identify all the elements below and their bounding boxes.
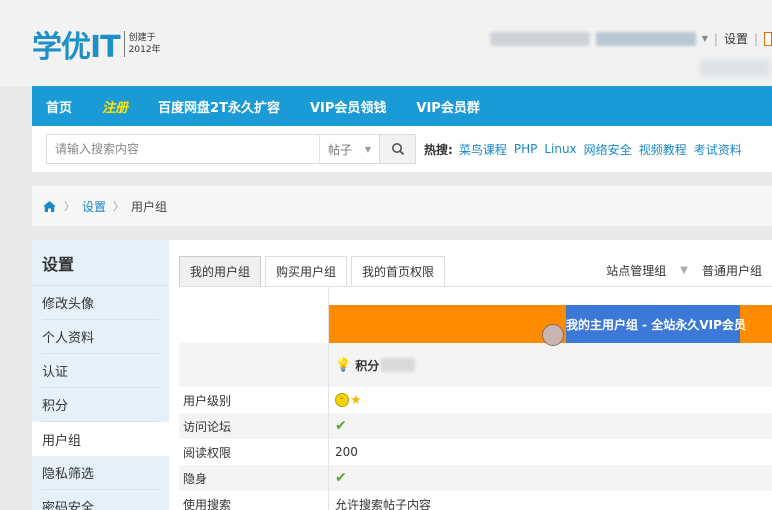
search-bar: 帖子 ▼ 热搜: 菜鸟课程 PHP Linux 网络安全 视频教程 考试资料 — [32, 126, 772, 172]
sidebar-item-verify[interactable]: 认证 — [42, 354, 159, 388]
table-row: 隐身 ✔ — [179, 465, 772, 491]
group-table: 我的主用户组 - 全站永久VIP会员 💡 积分 用户级别 ᵕ ★ 访问论坛 ✔ … — [179, 286, 772, 510]
search-type-select[interactable]: 帖子 ▼ — [319, 135, 379, 163]
row-label: 用户级别 — [179, 387, 329, 413]
hot-search-link[interactable]: PHP — [514, 142, 538, 156]
blurred-user-menu[interactable] — [595, 31, 696, 46]
hot-search-link[interactable]: 菜鸟课程 — [459, 141, 507, 158]
breadcrumb: 〉 设置 〉 用户组 — [32, 186, 772, 226]
table-row: 我的主用户组 - 全站永久VIP会员 — [179, 287, 772, 346]
blurred-points — [381, 358, 416, 372]
chevron-down-icon[interactable]: ▼ — [702, 34, 708, 43]
smiley-icon: ᵕ — [335, 393, 349, 407]
message-icon[interactable] — [764, 31, 772, 46]
caret-down-icon: ▼ — [364, 144, 371, 154]
row-value: ᵕ ★ — [329, 387, 772, 413]
logo-subtitle-top: 创建于 — [128, 33, 156, 43]
checkmark-icon: ✔ — [335, 470, 347, 486]
settings-link[interactable]: 设置 — [724, 30, 748, 47]
site-logo[interactable]: 学优IT 创建于 2012年 — [32, 24, 161, 65]
points-label: 积分 — [355, 358, 380, 373]
search-button[interactable] — [380, 134, 416, 164]
row-label: 阅读权限 — [179, 439, 329, 465]
nav-item-register[interactable]: 注册 — [102, 97, 128, 116]
sidebar-title: 设置 — [32, 240, 169, 286]
tab-home-permissions[interactable]: 我的首页权限 — [351, 256, 446, 286]
table-row: 阅读权限 200 — [179, 439, 772, 465]
hot-search-link[interactable]: Linux — [544, 142, 576, 156]
sidebar-item-privacy[interactable]: 隐私筛选 — [42, 456, 159, 490]
chevron-right-icon: 〉 — [64, 200, 75, 213]
main-panel: 设置 修改头像 个人资料 认证 积分 用户组 隐私筛选 密码安全 我的用户组 购… — [32, 240, 772, 510]
hot-search-link[interactable]: 考试资料 — [694, 141, 742, 158]
group-filter: 站点管理组 ▼ 普通用户组 — [606, 262, 762, 279]
tab-bar: 我的用户组 购买用户组 我的首页权限 — [179, 256, 449, 286]
user-links: ▼ | 设置 | — [489, 30, 772, 47]
row-label: 访问论坛 — [179, 413, 329, 439]
sidebar-item-usergroup[interactable]: 用户组 — [32, 422, 169, 456]
row-value: ✔ — [329, 413, 772, 439]
logo-subtitle: 创建于 2012年 — [129, 32, 161, 56]
row-label: 使用搜索 — [179, 491, 329, 510]
sidebar-item-profile[interactable]: 个人资料 — [42, 320, 159, 354]
group-banner: 我的主用户组 - 全站永久VIP会员 — [329, 305, 772, 346]
filter-admin-groups[interactable]: 站点管理组 — [606, 262, 666, 279]
settings-sidebar: 设置 修改头像 个人资料 认证 积分 用户组 隐私筛选 密码安全 — [32, 240, 169, 510]
breadcrumb-settings[interactable]: 设置 — [82, 198, 106, 215]
logo-divider — [123, 31, 125, 57]
main-group-label: 我的主用户组 - 全站永久VIP会员 — [566, 305, 746, 343]
main-nav: 首页 注册 百度网盘2T永久扩容 VIP会员领钱 VIP会员群 — [32, 86, 772, 126]
sidebar-item-password[interactable]: 密码安全 — [42, 490, 159, 510]
search-type-value: 帖子 — [328, 142, 353, 157]
tab-buy-groups[interactable]: 购买用户组 — [265, 256, 348, 286]
checkmark-icon: ✔ — [335, 418, 347, 434]
nav-item-baidu-pan[interactable]: 百度网盘2T永久扩容 — [158, 97, 280, 116]
blurred-area — [700, 60, 770, 76]
breadcrumb-current: 用户组 — [131, 199, 168, 214]
row-value: ✔ — [329, 465, 772, 491]
chevron-right-icon: 〉 — [113, 200, 125, 213]
logo-text: 学优IT — [32, 30, 121, 65]
nav-item-vip-money[interactable]: VIP会员领钱 — [310, 97, 386, 116]
home-icon[interactable] — [42, 200, 57, 213]
table-row: 使用搜索 允许搜索帖子内容 — [179, 491, 772, 510]
lightbulb-icon: 💡 — [335, 357, 352, 373]
hot-searches: 热搜: 菜鸟课程 PHP Linux 网络安全 视频教程 考试资料 — [424, 141, 749, 158]
nav-item-vip-group[interactable]: VIP会员群 — [416, 97, 479, 116]
divider: | — [753, 31, 758, 46]
blurred-username — [489, 31, 590, 46]
chevron-down-icon[interactable]: ▼ — [680, 265, 688, 276]
hot-search-label: 热搜: — [424, 142, 453, 157]
search-box: 帖子 ▼ — [46, 134, 380, 164]
star-icon: ★ — [350, 392, 362, 408]
row-label: 隐身 — [179, 465, 329, 491]
row-label — [179, 343, 329, 387]
row-value: 200 — [335, 445, 358, 459]
search-icon — [391, 143, 404, 156]
top-bar: 学优IT 创建于 2012年 ▼ | 设置 | — [0, 0, 772, 86]
cursor-marker — [542, 324, 564, 346]
logo-subtitle-bottom: 2012年 — [128, 45, 161, 55]
row-value: 我的主用户组 - 全站永久VIP会员 — [329, 287, 772, 346]
table-row: 💡 积分 — [179, 343, 772, 387]
table-row: 访问论坛 ✔ — [179, 413, 772, 439]
row-value: 💡 积分 — [329, 343, 772, 387]
divider: | — [713, 31, 718, 46]
hot-search-link[interactable]: 网络安全 — [584, 141, 632, 158]
sidebar-item-points[interactable]: 积分 — [42, 388, 159, 422]
search-input[interactable] — [47, 135, 319, 163]
table-row: 用户级别 ᵕ ★ — [179, 387, 772, 413]
nav-item-home[interactable]: 首页 — [46, 97, 72, 116]
row-label — [179, 287, 329, 343]
filter-normal-groups[interactable]: 普通用户组 — [702, 262, 762, 279]
tab-my-groups[interactable]: 我的用户组 — [179, 256, 262, 286]
sidebar-item-avatar[interactable]: 修改头像 — [42, 286, 159, 320]
usergroup-content: 我的用户组 购买用户组 我的首页权限 站点管理组 ▼ 普通用户组 我的主用户组 … — [169, 240, 772, 510]
row-value: 允许搜索帖子内容 — [335, 497, 432, 510]
hot-search-link[interactable]: 视频教程 — [639, 141, 687, 158]
